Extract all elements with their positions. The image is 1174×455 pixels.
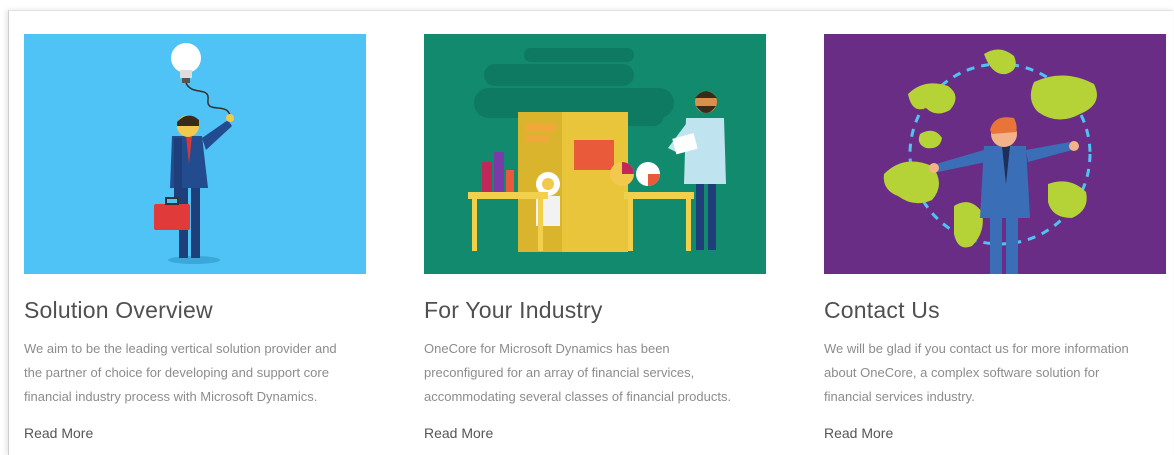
read-more-link[interactable]: Read More <box>824 424 893 442</box>
card-contact-us: Contact Us We will be glad if you contac… <box>824 34 1166 443</box>
card-title: Contact Us <box>824 297 940 323</box>
card-description: We aim to be the leading vertical soluti… <box>24 337 366 409</box>
description-line: We aim to be the leading vertical soluti… <box>24 341 337 356</box>
card-description: OneCore for Microsoft Dynamics has been … <box>424 337 766 409</box>
description-line: financial services industry. <box>824 389 975 404</box>
card-for-your-industry: For Your Industry OneCore for Microsoft … <box>424 34 766 443</box>
description-line: accommodating several classes of financi… <box>424 389 732 404</box>
description-line: the partner of choice for developing and… <box>24 365 329 380</box>
analyst-factory-illustration[interactable] <box>424 34 766 274</box>
businessman-lightbulb-illustration[interactable] <box>24 34 366 274</box>
description-line: about OneCore, a complex software soluti… <box>824 365 1100 380</box>
read-more-link[interactable]: Read More <box>24 424 93 442</box>
description-line: We will be glad if you contact us for mo… <box>824 341 1129 356</box>
businessman-world-map-illustration[interactable] <box>824 34 1166 274</box>
description-line: OneCore for Microsoft Dynamics has been <box>424 341 670 356</box>
description-line: preconfigured for an array of financial … <box>424 365 695 380</box>
read-more-link[interactable]: Read More <box>424 424 493 442</box>
card-description: We will be glad if you contact us for mo… <box>824 337 1166 409</box>
card-title: For Your Industry <box>424 297 603 323</box>
card-solution-overview: Solution Overview We aim to be the leadi… <box>24 34 366 443</box>
card-title: Solution Overview <box>24 297 213 323</box>
description-line: financial industry process with Microsof… <box>24 389 318 404</box>
